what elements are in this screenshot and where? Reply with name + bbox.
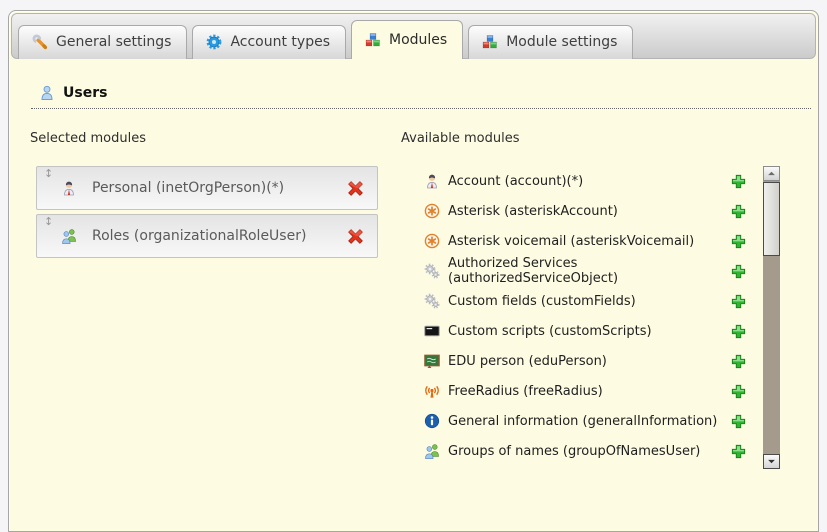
module-label: Groups of names (groupOfNamesUser): [448, 444, 731, 459]
add-icon[interactable]: [731, 204, 746, 219]
modules-tab-content: Users Selected modules ↕ Personal (inetO…: [9, 59, 818, 466]
tab-label: General settings: [56, 34, 171, 50]
add-icon[interactable]: [731, 324, 746, 339]
config-panel: General settings Account types Modules M…: [8, 10, 819, 532]
tab-list: General settings Account types Modules M…: [18, 20, 638, 59]
drag-handle-icon[interactable]: ↕: [44, 167, 53, 181]
module-columns: Selected modules ↕ Personal (inetOrgPers…: [31, 131, 811, 466]
tab-modules[interactable]: Modules: [351, 20, 463, 59]
module-label: Personal (inetOrgPerson)(*): [92, 180, 284, 196]
available-module-row: Groups of names (groupOfNamesUser): [401, 436, 746, 466]
modules-icon: [482, 34, 498, 50]
available-module-row: FreeRadius (freeRadius): [401, 376, 746, 406]
asterisk-icon: [424, 233, 440, 249]
remove-icon[interactable]: [347, 180, 364, 197]
section-title: Users: [63, 85, 107, 101]
available-module-row: Account (account)(*): [401, 166, 746, 196]
add-icon[interactable]: [731, 444, 746, 459]
available-modules-label: Available modules: [401, 131, 811, 146]
available-modules-scrollbar[interactable]: [763, 166, 780, 469]
terminal-icon: [424, 323, 440, 339]
tab-account-types[interactable]: Account types: [192, 25, 346, 59]
available-modules-column: Available modules Account (account)(*) A…: [401, 131, 811, 466]
tab-module-settings[interactable]: Module settings: [468, 25, 633, 59]
info-icon: [424, 413, 440, 429]
available-module-row: Asterisk (asteriskAccount): [401, 196, 746, 226]
module-label: Custom fields (customFields): [448, 294, 731, 309]
antenna-icon: [424, 383, 440, 399]
users-section-heading: Users: [31, 85, 811, 109]
scrollbar-thumb[interactable]: [763, 182, 780, 256]
add-icon[interactable]: [731, 264, 746, 279]
available-module-row: Authorized Services (authorizedServiceOb…: [401, 256, 746, 286]
selected-module-row[interactable]: ↕ Personal (inetOrgPerson)(*): [36, 166, 378, 210]
user-icon: [39, 85, 55, 101]
group-icon: [61, 228, 77, 244]
person-icon: [424, 173, 440, 189]
add-icon[interactable]: [731, 234, 746, 249]
modules-icon: [365, 32, 381, 48]
tab-label: Modules: [389, 32, 447, 48]
person-icon: [61, 180, 77, 196]
tab-bar: General settings Account types Modules M…: [11, 13, 816, 59]
add-icon[interactable]: [731, 354, 746, 369]
available-module-row: General information (generalInformation): [401, 406, 746, 436]
add-icon[interactable]: [731, 294, 746, 309]
available-module-row: Custom fields (customFields): [401, 286, 746, 316]
selected-modules-column: Selected modules ↕ Personal (inetOrgPers…: [36, 131, 378, 466]
available-module-row: Custom scripts (customScripts): [401, 316, 746, 346]
module-label: EDU person (eduPerson): [448, 354, 731, 369]
tab-label: Account types: [230, 34, 330, 50]
selected-module-row[interactable]: ↕ Roles (organizationalRoleUser): [36, 214, 378, 258]
selected-modules-label: Selected modules: [30, 131, 378, 146]
add-icon[interactable]: [731, 384, 746, 399]
module-label: Account (account)(*): [448, 174, 731, 189]
available-modules-list: Account (account)(*) Asterisk (asteriskA…: [401, 166, 746, 466]
wrench-icon: [32, 34, 48, 50]
group-icon: [424, 443, 440, 459]
account-types-icon: [206, 34, 222, 50]
drag-handle-icon[interactable]: ↕: [44, 215, 53, 229]
add-icon[interactable]: [731, 174, 746, 189]
tab-general-settings[interactable]: General settings: [18, 25, 187, 59]
module-label: Asterisk (asteriskAccount): [448, 204, 731, 219]
scroll-up-icon[interactable]: [763, 166, 780, 181]
scroll-down-icon[interactable]: [763, 454, 780, 469]
available-module-row: Asterisk voicemail (asteriskVoicemail): [401, 226, 746, 256]
add-icon[interactable]: [731, 414, 746, 429]
blackboard-icon: [424, 353, 440, 369]
gears-icon: [424, 263, 440, 279]
module-label: Asterisk voicemail (asteriskVoicemail): [448, 234, 731, 249]
asterisk-icon: [424, 203, 440, 219]
remove-icon[interactable]: [347, 228, 364, 245]
available-module-row: EDU person (eduPerson): [401, 346, 746, 376]
gears-icon: [424, 293, 440, 309]
module-label: Roles (organizationalRoleUser): [92, 228, 306, 244]
tab-label: Module settings: [506, 34, 617, 50]
module-label: FreeRadius (freeRadius): [448, 384, 731, 399]
module-label: Custom scripts (customScripts): [448, 324, 731, 339]
module-label: Authorized Services (authorizedServiceOb…: [448, 256, 731, 286]
module-label: General information (generalInformation): [448, 414, 731, 429]
